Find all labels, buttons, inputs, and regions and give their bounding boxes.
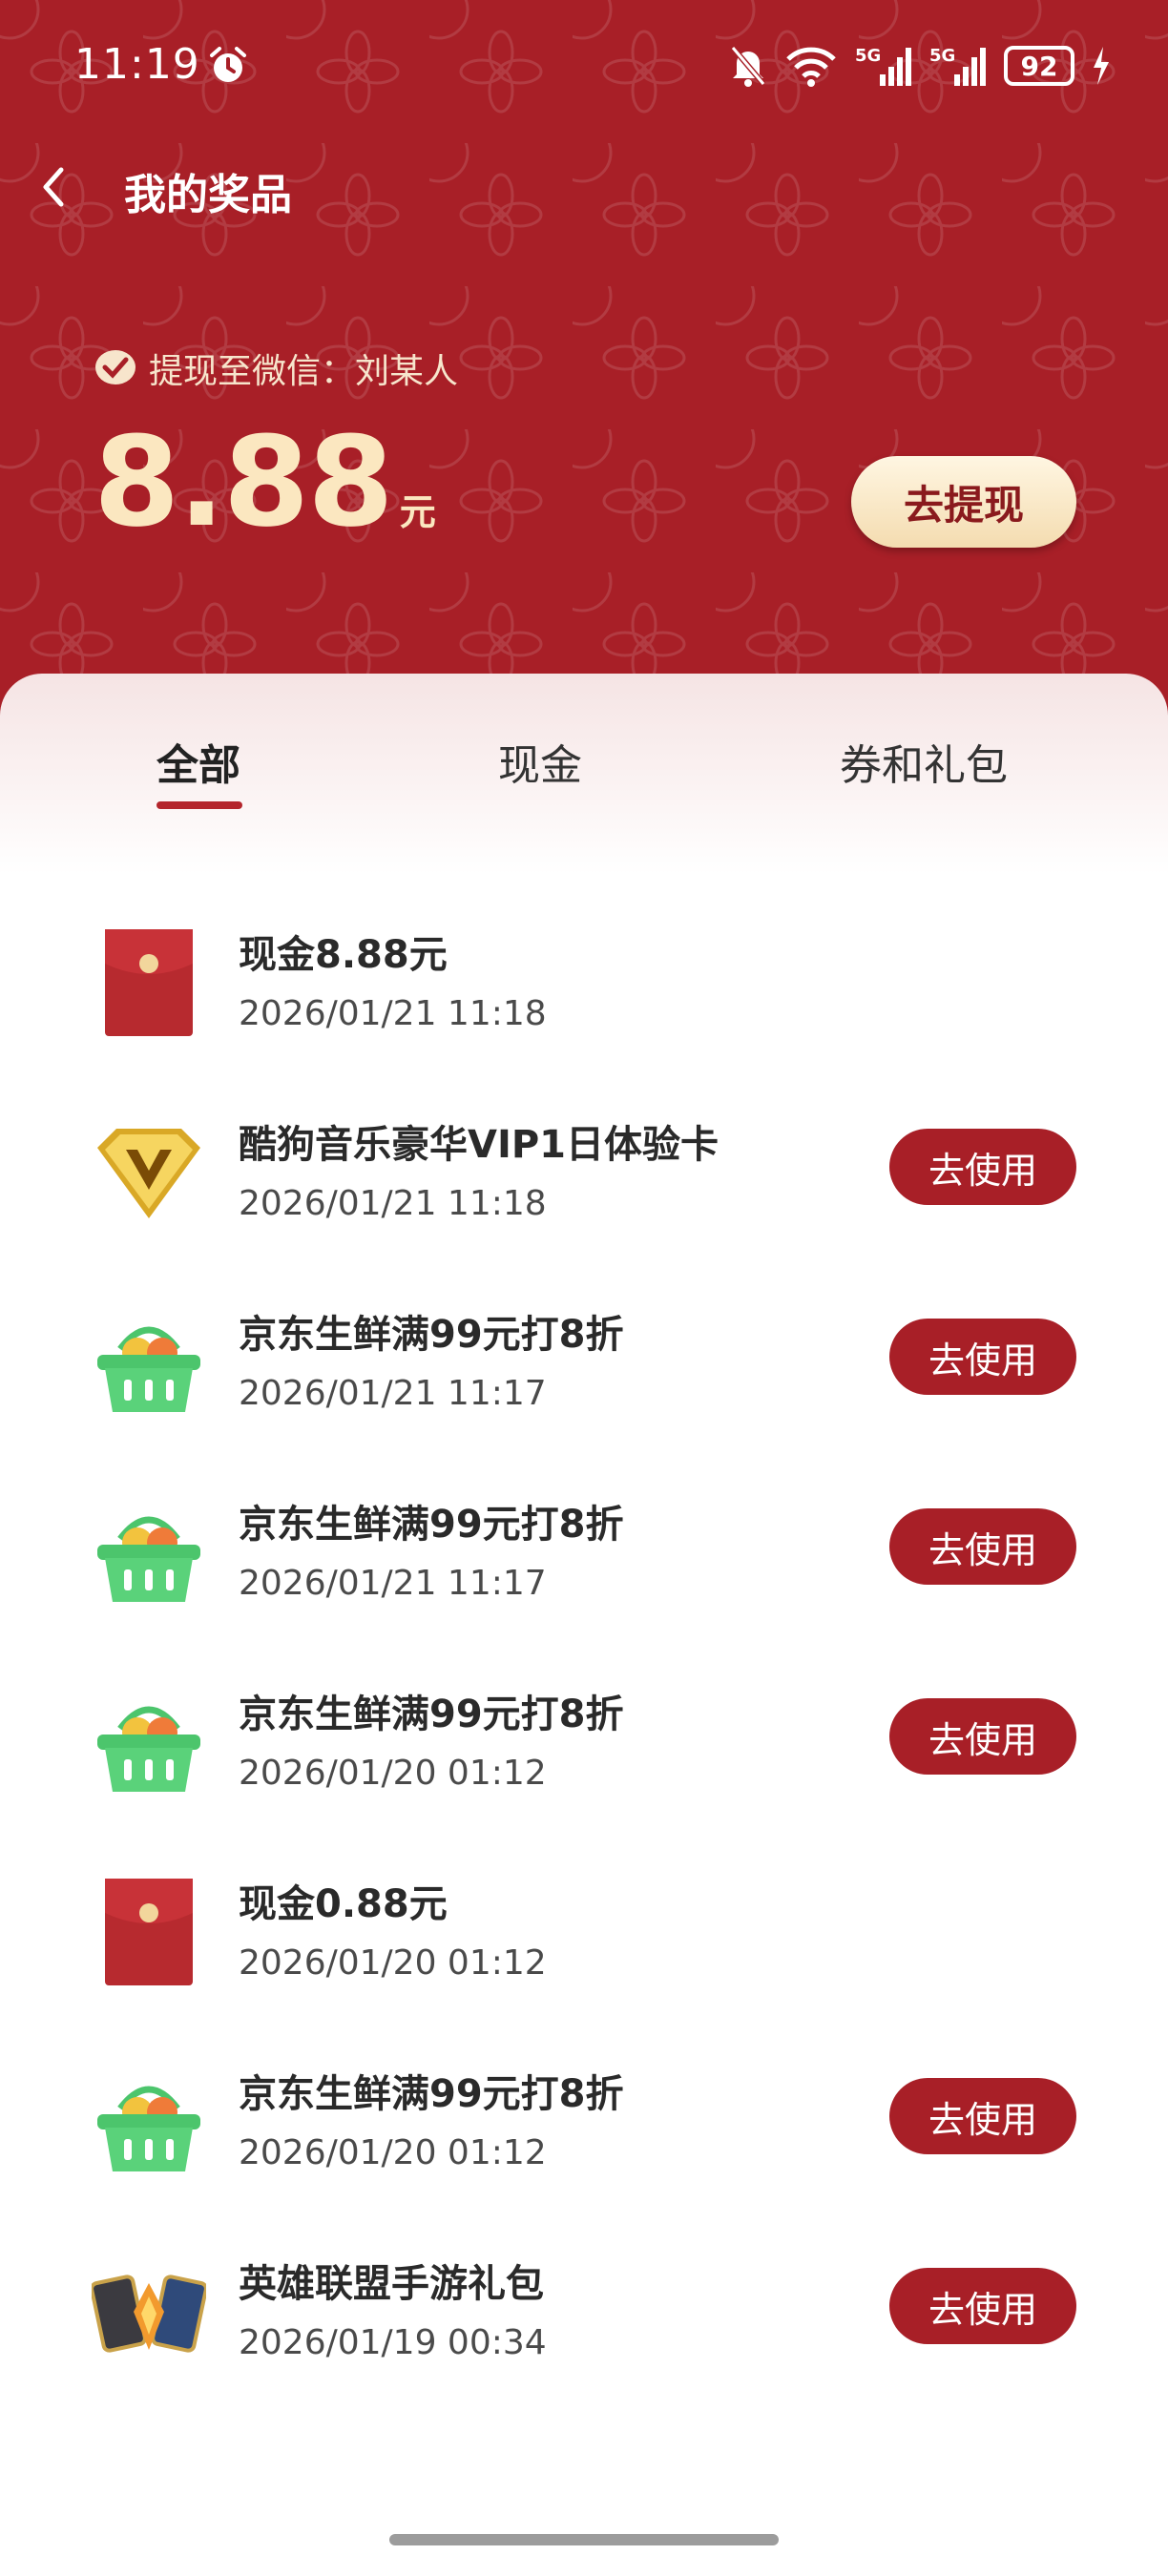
withdraw-button[interactable]: 去提现 bbox=[851, 456, 1076, 548]
prize-date: 2026/01/19 00:34 bbox=[239, 2323, 547, 2362]
alarm-icon bbox=[210, 47, 246, 82]
balance-amount: 8.88 bbox=[94, 409, 394, 554]
prize-list-card: 全部 现金 券和礼包 现金8.88元 2026/01/21 11:18 酷狗音乐… bbox=[0, 674, 1168, 2576]
status-bar: 11:19 5G 5G 92 bbox=[0, 34, 1168, 101]
fresh-basket-icon bbox=[97, 1706, 200, 1792]
fresh-basket-icon bbox=[97, 1516, 200, 1602]
game-giftpack-icon bbox=[92, 2275, 206, 2353]
tab-coupons-gifts[interactable]: 券和礼包 bbox=[840, 731, 1008, 792]
prize-date: 2026/01/21 11:17 bbox=[239, 1564, 547, 1603]
tab-all[interactable]: 全部 bbox=[156, 731, 240, 792]
prize-title: 京东生鲜满99元打8折 bbox=[239, 1503, 624, 1547]
use-button[interactable]: 去使用 bbox=[889, 2078, 1076, 2154]
use-button[interactable]: 去使用 bbox=[889, 2268, 1076, 2344]
list-item[interactable]: 现金0.88元 2026/01/20 01:12 bbox=[0, 1865, 1168, 2055]
balance: 8.88 元 bbox=[94, 420, 436, 544]
prize-date: 2026/01/21 11:17 bbox=[239, 1374, 547, 1413]
back-arrow-icon[interactable] bbox=[27, 156, 84, 218]
list-item[interactable]: 京东生鲜满99元打8折 2026/01/21 11:17 去使用 bbox=[0, 1485, 1168, 1675]
fresh-basket-icon bbox=[97, 2086, 200, 2171]
prize-date: 2026/01/20 01:12 bbox=[239, 1754, 547, 1793]
prize-date: 2026/01/20 01:12 bbox=[239, 1943, 547, 1983]
mute-bell-icon bbox=[730, 46, 766, 87]
list-item[interactable]: 京东生鲜满99元打8折 2026/01/20 01:12 去使用 bbox=[0, 2055, 1168, 2245]
header-banner: 11:19 5G 5G 92 我的奖品 提现至微信：刘某人 8.88 元 去提现 bbox=[0, 0, 1168, 754]
battery-indicator: 92 bbox=[1004, 46, 1074, 86]
prize-page: 11:19 5G 5G 92 我的奖品 提现至微信：刘某人 8.88 元 去提现… bbox=[0, 0, 1168, 2576]
withdraw-target-text: 提现至微信：刘某人 bbox=[149, 352, 459, 391]
red-envelope-icon bbox=[105, 1879, 193, 1985]
list-item[interactable]: 京东生鲜满99元打8折 2026/01/21 11:17 去使用 bbox=[0, 1296, 1168, 1485]
list-item[interactable]: 酷狗音乐豪华VIP1日体验卡 2026/01/21 11:18 去使用 bbox=[0, 1106, 1168, 1296]
prize-title: 现金8.88元 bbox=[239, 933, 448, 977]
prize-title: 现金0.88元 bbox=[239, 1882, 448, 1926]
wifi-icon bbox=[786, 47, 836, 87]
list-item[interactable]: 京东生鲜满99元打8折 2026/01/20 01:12 去使用 bbox=[0, 1675, 1168, 1865]
prize-title: 京东生鲜满99元打8折 bbox=[239, 2072, 624, 2116]
prize-title: 酷狗音乐豪华VIP1日体验卡 bbox=[239, 1123, 719, 1167]
fresh-basket-icon bbox=[97, 1326, 200, 1412]
prize-date: 2026/01/21 11:18 bbox=[239, 994, 547, 1033]
signal-icon-2: 5G bbox=[929, 46, 986, 86]
tab-cash[interactable]: 现金 bbox=[498, 731, 582, 792]
prize-date: 2026/01/20 01:12 bbox=[239, 2133, 547, 2172]
page-title: 我的奖品 bbox=[124, 171, 292, 219]
prize-title: 京东生鲜满99元打8折 bbox=[239, 1313, 624, 1357]
withdraw-target: 提现至微信：刘某人 bbox=[94, 343, 458, 393]
red-envelope-icon bbox=[105, 929, 193, 1036]
svg-text:5G: 5G bbox=[929, 46, 955, 66]
list-item[interactable]: 现金8.88元 2026/01/21 11:18 bbox=[0, 916, 1168, 1106]
prize-date: 2026/01/21 11:18 bbox=[239, 1184, 547, 1223]
charging-icon bbox=[1094, 47, 1109, 85]
active-tab-indicator bbox=[156, 801, 242, 809]
balance-unit: 元 bbox=[399, 491, 436, 533]
use-button[interactable]: 去使用 bbox=[889, 1698, 1076, 1775]
vip-diamond-icon bbox=[97, 1129, 200, 1218]
svg-text:5G: 5G bbox=[855, 46, 881, 66]
nav-bar: 我的奖品 bbox=[0, 143, 1168, 229]
list-item[interactable]: 英雄联盟手游礼包 2026/01/19 00:34 去使用 bbox=[0, 2245, 1168, 2435]
wechat-check-icon bbox=[95, 350, 136, 384]
prize-title: 英雄联盟手游礼包 bbox=[239, 2262, 544, 2306]
signal-icon-1: 5G bbox=[855, 46, 911, 86]
home-indicator[interactable] bbox=[389, 2534, 779, 2545]
use-button[interactable]: 去使用 bbox=[889, 1129, 1076, 1205]
prize-title: 京东生鲜满99元打8折 bbox=[239, 1693, 624, 1736]
use-button[interactable]: 去使用 bbox=[889, 1319, 1076, 1395]
use-button[interactable]: 去使用 bbox=[889, 1508, 1076, 1585]
status-time: 11:19 bbox=[74, 40, 200, 89]
